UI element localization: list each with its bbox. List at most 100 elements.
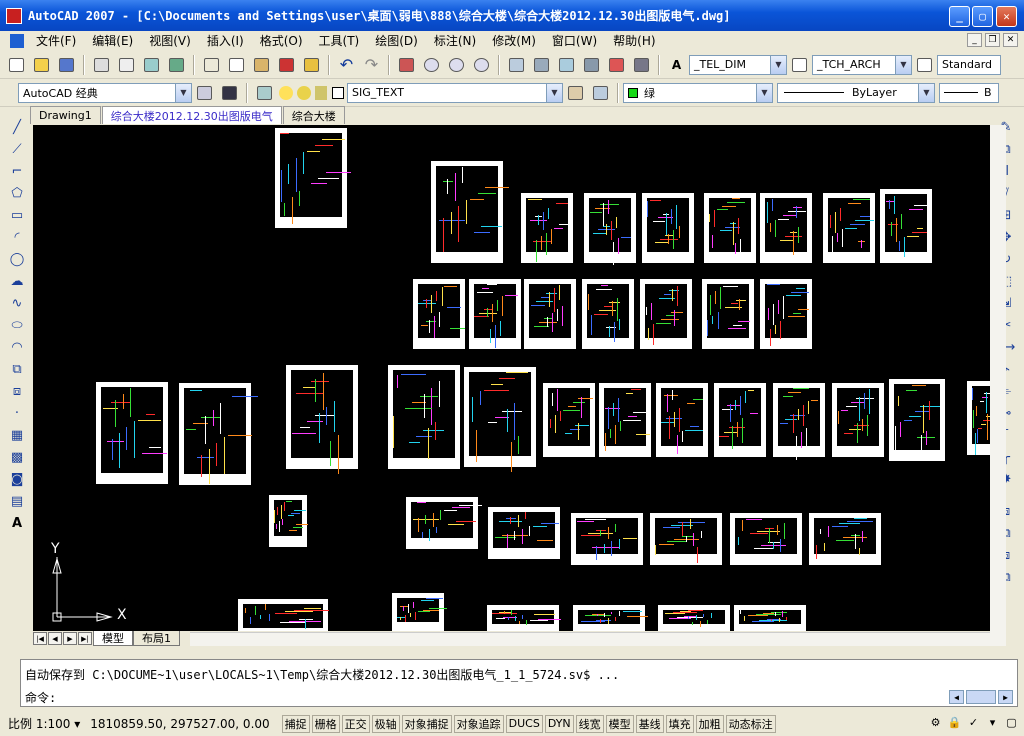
- status-menu-icon[interactable]: ▾: [984, 714, 1001, 731]
- toggle-fill[interactable]: 填充: [665, 714, 694, 733]
- toggle-ortho[interactable]: 正交: [341, 714, 370, 733]
- drawing-sheet[interactable]: [469, 279, 521, 349]
- pan-icon[interactable]: [395, 54, 418, 76]
- drawing-sheet[interactable]: [734, 605, 806, 631]
- ellipse-arc-icon[interactable]: ◠: [6, 336, 28, 358]
- drawing-sheet[interactable]: [388, 365, 460, 469]
- dim-style-select[interactable]: _TCH_ARCH ▼: [812, 54, 912, 75]
- polyline-icon[interactable]: ⌐: [6, 160, 28, 182]
- menu-window[interactable]: 窗口(W): [544, 32, 605, 49]
- doc-minimize-button[interactable]: _: [967, 33, 982, 47]
- lock-icon[interactable]: [315, 85, 327, 100]
- drawing-sheet[interactable]: [488, 507, 560, 559]
- tool-palettes-icon[interactable]: [555, 54, 578, 76]
- open-icon[interactable]: [30, 54, 53, 76]
- construction-line-icon[interactable]: ⟋: [6, 138, 28, 160]
- drawing-sheet[interactable]: [967, 381, 990, 455]
- doc-tab-current[interactable]: 综合大楼2012.12.30出图版电气: [101, 106, 282, 124]
- layer-select[interactable]: SIG_TEXT ▼: [347, 82, 563, 103]
- workspace-select[interactable]: AutoCAD 经典 ▼: [18, 82, 192, 103]
- point-icon[interactable]: ·: [6, 402, 28, 424]
- drawing-sheet[interactable]: [487, 605, 561, 631]
- toggle-snap[interactable]: 捕捉: [281, 714, 310, 733]
- spline-icon[interactable]: ∿: [6, 292, 28, 314]
- calculator-icon[interactable]: [630, 54, 653, 76]
- drawing-sheet[interactable]: [640, 279, 692, 349]
- drawing-sheet[interactable]: [656, 383, 708, 457]
- toggle-otrack[interactable]: 对象追踪: [453, 714, 504, 733]
- drawing-sheet[interactable]: [269, 495, 309, 547]
- doc-tab-drawing1[interactable]: Drawing1: [30, 106, 101, 124]
- drawing-sheet[interactable]: [823, 193, 875, 263]
- multiline-text-icon[interactable]: A: [6, 512, 28, 534]
- drawing-sheet[interactable]: [584, 193, 636, 265]
- menu-format[interactable]: 格式(O): [252, 32, 311, 49]
- drawing-sheet[interactable]: [582, 279, 634, 349]
- gradient-icon[interactable]: ▩: [6, 446, 28, 468]
- toggle-baseline[interactable]: 基线: [635, 714, 664, 733]
- command-prompt[interactable]: 命令:: [25, 689, 56, 706]
- text-style-select[interactable]: _TEL_DIM ▼: [689, 54, 787, 75]
- 3d-dwf-icon[interactable]: [165, 54, 188, 76]
- chevron-down-icon[interactable]: ▼: [175, 83, 191, 102]
- clean-screen-icon[interactable]: ▢: [1003, 714, 1020, 731]
- chevron-down-icon[interactable]: ▼: [770, 55, 786, 74]
- workspace-save-icon[interactable]: [218, 82, 241, 104]
- drawing-sheet[interactable]: [760, 193, 812, 263]
- scroll-thumb[interactable]: [966, 690, 996, 704]
- drawing-sheet[interactable]: [524, 279, 576, 349]
- make-current-layer-icon[interactable]: [564, 82, 587, 104]
- preview-icon[interactable]: [115, 54, 138, 76]
- minimize-button[interactable]: _: [949, 6, 970, 27]
- polygon-icon[interactable]: ⬠: [6, 182, 28, 204]
- region-icon[interactable]: ◙: [6, 468, 28, 490]
- table-style-icon[interactable]: [913, 54, 936, 76]
- next-tab-button[interactable]: ▶: [63, 632, 77, 645]
- drawing-sheet[interactable]: [714, 383, 766, 457]
- match-properties-icon[interactable]: [275, 54, 298, 76]
- drawing-sheet[interactable]: [599, 383, 651, 457]
- menu-insert[interactable]: 插入(I): [199, 32, 252, 49]
- drawing-sheet[interactable]: [238, 599, 329, 631]
- arc-icon[interactable]: ◜: [6, 226, 28, 248]
- tab-layout1[interactable]: 布局1: [133, 631, 180, 646]
- zoom-realtime-icon[interactable]: [420, 54, 443, 76]
- layer-manager-icon[interactable]: [253, 82, 276, 104]
- ellipse-icon[interactable]: ⬭: [6, 314, 28, 336]
- command-window[interactable]: 自动保存到 C:\DOCUME~1\user\LOCALS~1\Temp\综合大…: [20, 659, 1018, 707]
- hatch-icon[interactable]: ▦: [6, 424, 28, 446]
- doc-restore-button[interactable]: ❐: [985, 33, 1000, 47]
- close-button[interactable]: ✕: [996, 6, 1017, 27]
- drawing-sheet[interactable]: [880, 189, 932, 263]
- drawing-sheet[interactable]: [889, 379, 945, 461]
- line-icon[interactable]: ╱: [6, 116, 28, 138]
- lock-toolbar-icon[interactable]: 🔒: [946, 714, 963, 731]
- text-style-icon[interactable]: A: [665, 54, 688, 76]
- vertical-scrollbar[interactable]: [990, 125, 1006, 646]
- drawing-sheet[interactable]: [286, 365, 358, 474]
- toggle-dynamic-dim[interactable]: 动态标注: [725, 714, 776, 733]
- cut-icon[interactable]: [200, 54, 223, 76]
- print-icon[interactable]: [90, 54, 113, 76]
- doc-close-button[interactable]: ✕: [1003, 33, 1018, 47]
- toggle-ducs[interactable]: DUCS: [505, 714, 543, 733]
- markup-icon[interactable]: [605, 54, 628, 76]
- menu-modify[interactable]: 修改(M): [484, 32, 544, 49]
- lightbulb-icon[interactable]: [279, 85, 293, 100]
- rectangle-icon[interactable]: ▭: [6, 204, 28, 226]
- scroll-right-button[interactable]: ▶: [998, 690, 1013, 704]
- chevron-down-icon[interactable]: ▼: [895, 55, 911, 74]
- drawing-sheet[interactable]: [96, 382, 168, 484]
- table-icon[interactable]: ▤: [6, 490, 28, 512]
- drawing-sheet[interactable]: [571, 513, 643, 565]
- horizontal-scrollbar[interactable]: [190, 632, 990, 646]
- drawing-sheet[interactable]: [573, 605, 649, 631]
- linetype-select[interactable]: ByLayer ▼: [777, 82, 935, 103]
- maximize-button[interactable]: ▢: [972, 6, 993, 27]
- insert-block-icon[interactable]: ⧉: [6, 358, 28, 380]
- block-editor-icon[interactable]: [300, 54, 323, 76]
- app-icon[interactable]: [6, 7, 22, 24]
- menu-edit[interactable]: 编辑(E): [84, 32, 141, 49]
- chevron-down-icon[interactable]: ▼: [918, 83, 934, 102]
- toggle-osnap[interactable]: 对象捕捉: [401, 714, 452, 733]
